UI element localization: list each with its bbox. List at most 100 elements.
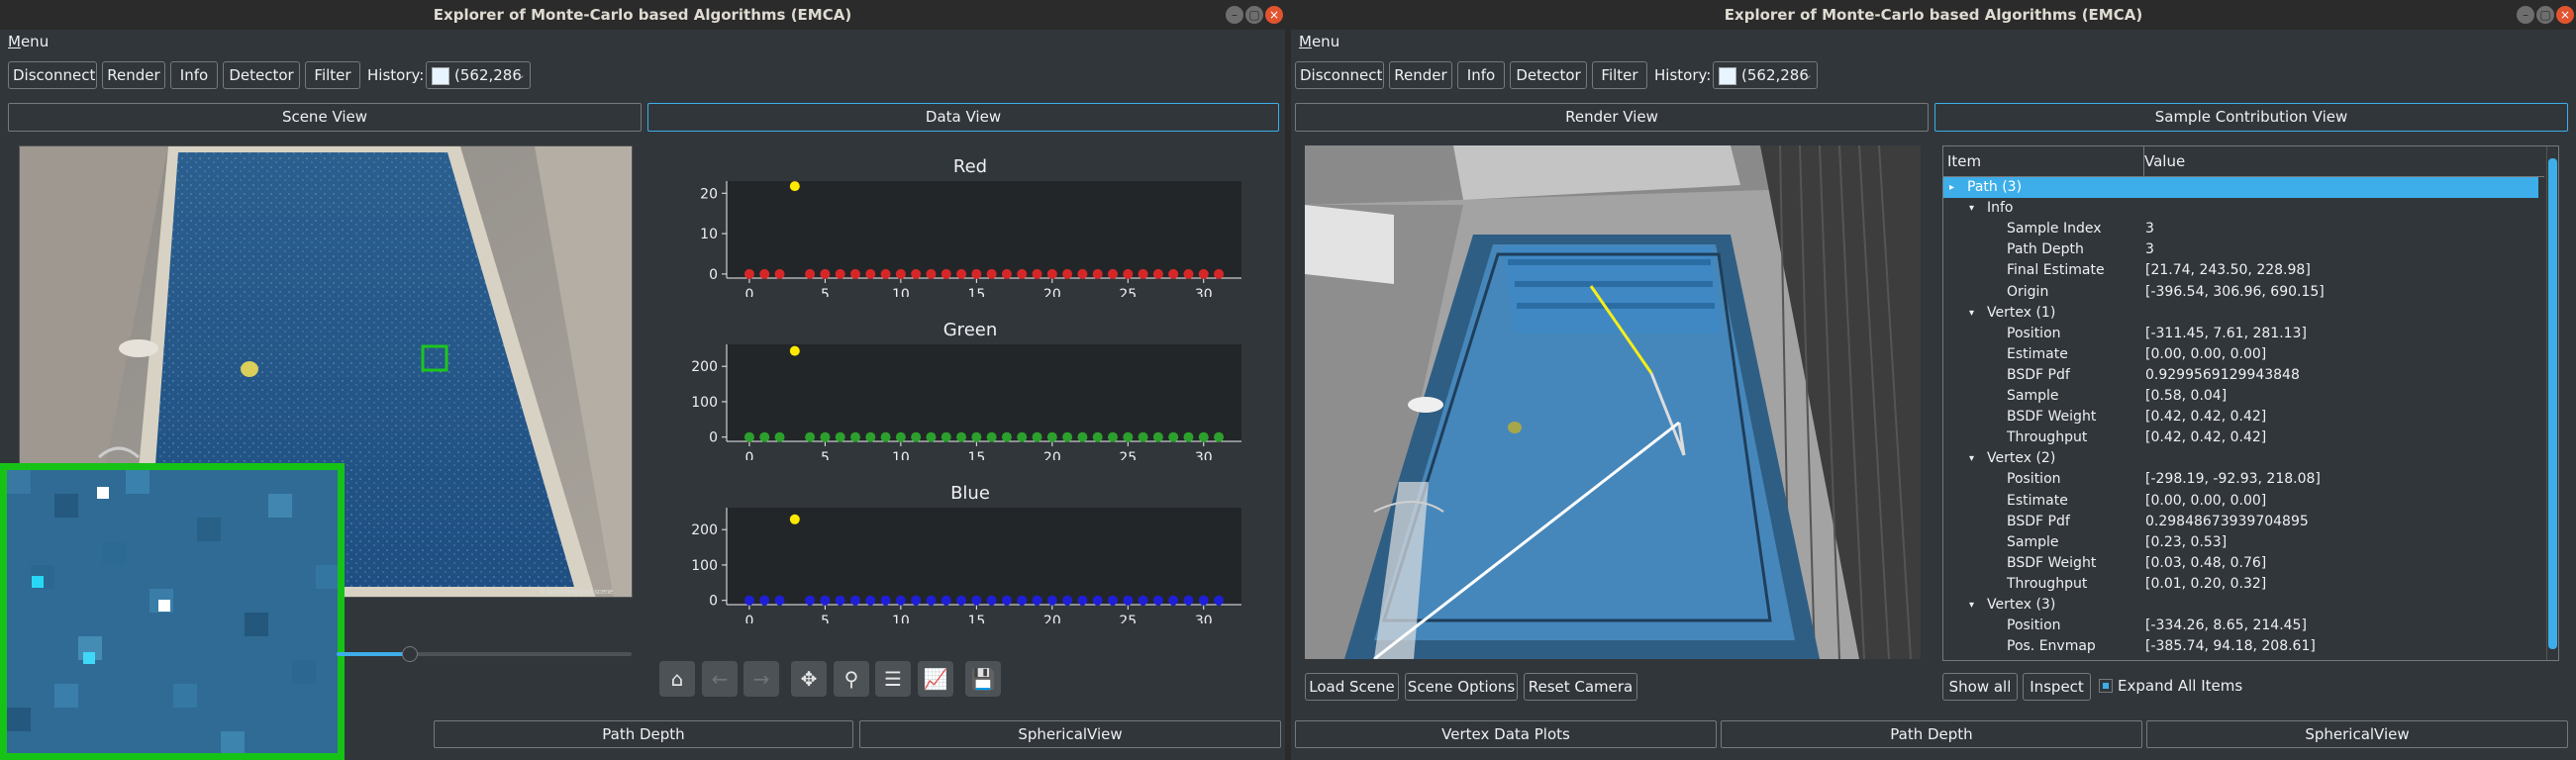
tab-scene-view[interactable]: Scene View (8, 103, 642, 132)
tree-row[interactable]: Final Estimate [21.74, 243.50, 228.98] (1943, 260, 2538, 281)
green-scatter-chart[interactable]: 0 5 10 15 20 25 30 0 100 200 (683, 341, 1247, 460)
info-button-right[interactable]: Info (1457, 61, 1505, 89)
save-icon[interactable]: 💾 (965, 661, 1001, 697)
back-arrow-icon[interactable]: ← (702, 661, 738, 697)
blue-scatter-chart[interactable]: 0 5 10 15 20 25 30 0 100 200 (683, 505, 1247, 623)
tree-scrollbar[interactable] (2546, 146, 2558, 660)
menu-button[interactable]: Menu (8, 33, 49, 50)
x-tick-label: 25 (1119, 614, 1137, 623)
chevron-right-icon[interactable]: ▸ (1949, 177, 1954, 198)
spherical-view-button-right[interactable]: SphericalView (2146, 720, 2568, 748)
forward-arrow-icon[interactable]: → (743, 661, 779, 697)
load-scene-button[interactable]: Load Scene (1305, 673, 1399, 701)
path-depth-button-right[interactable]: Path Depth (1721, 720, 2142, 748)
tree-row[interactable]: ▸ Path (3) (1943, 177, 2538, 198)
maximize-button-right[interactable]: ▢ (2536, 6, 2554, 24)
tree-row[interactable]: Estimate [0.00, 0.00, 0.00] (1943, 491, 2538, 512)
tree-row[interactable]: Path Depth 3 (1943, 239, 2538, 260)
tree-row[interactable]: ▾ Vertex (1) (1943, 303, 2538, 324)
tab-render-view[interactable]: Render View (1295, 103, 1929, 132)
menu-button-right[interactable]: Menu (1299, 33, 1339, 50)
tree-row[interactable]: Origin [-396.54, 306.96, 690.15] (1943, 282, 2538, 303)
tree-row[interactable]: Throughput [0.42, 0.42, 0.42] (1943, 428, 2538, 448)
chevron-down-icon[interactable]: ▾ (1969, 595, 1974, 616)
tree-row[interactable]: BSDF Pdf 0.9299569129943848 (1943, 365, 2538, 386)
zoom-icon[interactable]: ⚲ (834, 661, 869, 697)
disconnect-button[interactable]: Disconnect (8, 61, 97, 89)
detector-button-right[interactable]: Detector (1510, 61, 1587, 89)
3d-render-view[interactable] (1305, 145, 1921, 659)
tree-row[interactable]: ▾ Info (1943, 198, 2538, 219)
tree-row[interactable]: BSDF Weight [0.03, 0.48, 0.76] (1943, 553, 2538, 574)
tree-row-value: [0.42, 0.42, 0.42] (2145, 409, 2267, 426)
sample-slider-handle[interactable] (402, 646, 418, 662)
sample-slider-fill (337, 652, 408, 656)
left-title-bar[interactable]: Explorer of Monte-Carlo based Algorithms… (0, 0, 1285, 30)
tree-row[interactable]: BSDF Weight [0.42, 0.42, 0.42] (1943, 407, 2538, 428)
path-depth-button-left[interactable]: Path Depth (434, 720, 853, 748)
filter-button-right[interactable]: Filter (1592, 61, 1647, 89)
chevron-down-icon[interactable]: ▾ (1969, 303, 1974, 324)
tree-row[interactable]: Position [-298.19, -92.93, 218.08] (1943, 469, 2538, 490)
tree-row[interactable]: Sample [0.23, 0.53] (1943, 532, 2538, 553)
tree-row-key: Estimate (2007, 492, 2068, 509)
tree-row[interactable]: ▾ Vertex (2) (1943, 448, 2538, 469)
history-combobox-right[interactable]: (562,286 ⌄ (1713, 61, 1818, 89)
disconnect-button-right[interactable]: Disconnect (1295, 61, 1384, 89)
tree-row[interactable]: Sample [0.58, 0.04] (1943, 386, 2538, 407)
data-point (850, 268, 860, 279)
data-point (835, 595, 845, 606)
detector-button[interactable]: Detector (223, 61, 300, 89)
vertex-data-plots-button[interactable]: Vertex Data Plots (1295, 720, 1717, 748)
x-tick-label: 15 (967, 287, 985, 297)
tree-row[interactable]: Throughput [0.01, 0.20, 0.32] (1943, 574, 2538, 595)
data-point (1062, 268, 1073, 279)
tree-row[interactable]: BSDF Pdf 0.29848673939704895 (1943, 512, 2538, 532)
maximize-button[interactable]: ▢ (1245, 6, 1263, 24)
render-button-right[interactable]: Render (1389, 61, 1452, 89)
history-combobox[interactable]: (562,286 ⌄ (426, 61, 531, 89)
configure-icon[interactable]: ☰ (875, 661, 911, 697)
red-scatter-chart[interactable]: 0 5 10 15 20 25 30 0 10 20 (683, 178, 1247, 297)
home-icon[interactable]: ⌂ (659, 661, 695, 697)
tree-row[interactable]: Position [-311.45, 7.61, 281.13] (1943, 324, 2538, 344)
tree-row[interactable]: Estimate [0.00, 0.00, 0.00] (1943, 344, 2538, 365)
tree-row-value: [21.74, 243.50, 228.98] (2145, 262, 2311, 279)
inspect-button[interactable]: Inspect (2023, 673, 2091, 701)
scene-options-button[interactable]: Scene Options (1405, 673, 1518, 701)
spherical-view-button-left[interactable]: SphericalView (859, 720, 1281, 748)
filter-button[interactable]: Filter (305, 61, 360, 89)
sample-contribution-tree[interactable]: Item Value ▸ Path (3) ▾ Info Sample Index 3 Pa… (1942, 145, 2559, 661)
tree-row[interactable]: Sample Index 3 (1943, 219, 2538, 239)
tree-row-key: Info (1987, 200, 2014, 217)
tree-row-key: BSDF Weight (2007, 554, 2097, 571)
data-point (820, 268, 831, 279)
minimize-button[interactable]: – (1226, 6, 1243, 24)
right-title-bar[interactable]: Explorer of Monte-Carlo based Algorithms… (1291, 0, 2576, 30)
tree-row[interactable]: ▾ Vertex (3) (1943, 595, 2538, 616)
tree-row[interactable]: Pos. Envmap [-385.74, 94.18, 208.61] (1943, 636, 2538, 657)
show-all-button[interactable]: Show all (1942, 673, 2018, 701)
window-title-right: Explorer of Monte-Carlo based Algorithms… (1724, 6, 2143, 24)
sample-slider-track[interactable] (337, 646, 632, 662)
minimize-button-right[interactable]: – (2517, 6, 2534, 24)
edit-curves-icon[interactable]: 📈 (918, 661, 953, 697)
tree-scrollbar-thumb[interactable] (2548, 158, 2557, 649)
expand-all-checkbox[interactable] (2099, 679, 2113, 693)
tree-row-value: 3 (2145, 241, 2154, 258)
tab-sample-contribution-view[interactable]: Sample Contribution View (1934, 103, 2568, 132)
close-button[interactable]: × (1265, 6, 1283, 24)
data-point (805, 268, 816, 279)
tree-header-item[interactable]: Item (1943, 146, 2144, 177)
chevron-down-icon[interactable]: ▾ (1969, 198, 1974, 219)
close-button-right[interactable]: × (2556, 6, 2574, 24)
chevron-down-icon[interactable]: ▾ (1969, 448, 1974, 469)
tree-header-value[interactable]: Value (2140, 146, 2544, 177)
pan-icon[interactable]: ✥ (791, 661, 827, 697)
reset-camera-button[interactable]: Reset Camera (1524, 673, 1637, 701)
info-button[interactable]: Info (170, 61, 218, 89)
render-button[interactable]: Render (102, 61, 165, 89)
tree-row[interactable]: Position [-334.26, 8.65, 214.45] (1943, 616, 2538, 636)
x-tick-label: 30 (1195, 450, 1213, 460)
tab-data-view[interactable]: Data View (647, 103, 1279, 132)
